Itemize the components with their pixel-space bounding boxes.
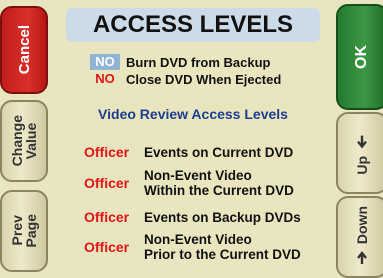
section-heading: Video Review Access Levels: [98, 106, 288, 122]
access-item-line1: Non-Event Video: [144, 168, 252, 183]
access-item-line1: Events on Current DVD: [144, 144, 294, 160]
access-role[interactable]: Officer: [66, 239, 134, 255]
down-arrow-icon: [355, 251, 369, 265]
list-item[interactable]: Officer Events on Current DVD: [66, 143, 336, 161]
down-button[interactable]: Down: [336, 196, 383, 278]
up-button[interactable]: Up: [336, 112, 383, 194]
close-dvd-toggle-row[interactable]: NO Close DVD When Ejected: [90, 71, 281, 87]
up-arrow-icon: [355, 135, 369, 149]
prev-page-label: Prev Page: [9, 214, 39, 248]
access-item-line1: Events on Backup DVDs: [144, 209, 301, 225]
access-item-line2: Within the Current DVD: [144, 183, 294, 198]
change-value-button[interactable]: Change Value: [0, 100, 48, 182]
access-item-label: Non-Event Video Prior to the Current DVD: [134, 232, 301, 262]
up-label: Up: [354, 155, 370, 175]
prev-page-label-line2: Page: [23, 214, 39, 248]
page-title: ACCESS LEVELS: [66, 8, 320, 42]
access-role[interactable]: Officer: [66, 209, 134, 225]
access-item-label: Non-Event Video Within the Current DVD: [134, 168, 294, 198]
access-role[interactable]: Officer: [66, 175, 134, 191]
burn-dvd-value[interactable]: NO: [90, 54, 120, 70]
change-value-label: Change Value: [9, 115, 39, 166]
up-label-group: Up: [354, 132, 370, 175]
access-item-line2: Prior to the Current DVD: [144, 247, 301, 262]
burn-dvd-toggle-row[interactable]: NO Burn DVD from Backup: [90, 54, 270, 70]
access-item-label: Events on Backup DVDs: [134, 210, 301, 225]
access-item-line1: Non-Event Video: [144, 232, 252, 247]
cancel-button[interactable]: Cancel: [0, 6, 48, 94]
close-dvd-label: Close DVD When Ejected: [126, 71, 282, 87]
prev-page-button[interactable]: Prev Page: [0, 190, 48, 272]
close-dvd-value[interactable]: NO: [90, 71, 120, 87]
ok-label: OK: [353, 45, 370, 69]
list-item[interactable]: Officer Non-Event Video Within the Curre…: [66, 167, 336, 199]
access-role[interactable]: Officer: [66, 144, 134, 160]
access-item-label: Events on Current DVD: [134, 145, 293, 160]
list-item[interactable]: Officer Non-Event Video Prior to the Cur…: [66, 231, 336, 263]
ok-button[interactable]: OK: [336, 4, 383, 110]
burn-dvd-label: Burn DVD from Backup: [126, 54, 271, 70]
list-item[interactable]: Officer Events on Backup DVDs: [66, 208, 336, 226]
change-value-label-line2: Value: [23, 122, 39, 160]
down-label: Down: [354, 206, 370, 245]
down-label-group: Down: [354, 206, 370, 268]
cancel-label: Cancel: [15, 25, 33, 75]
